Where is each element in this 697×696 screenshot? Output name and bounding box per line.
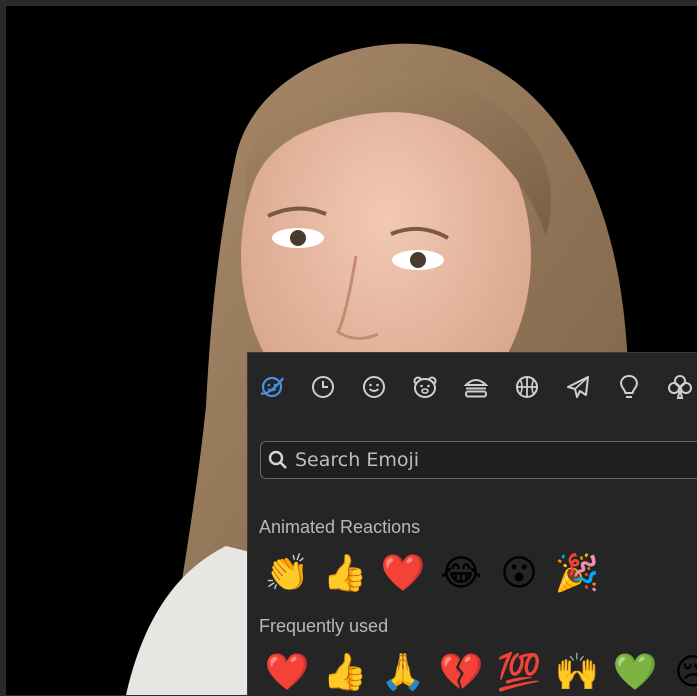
emoji-laugh[interactable]: 😂 xyxy=(432,549,490,597)
face-planet-icon xyxy=(260,376,284,398)
category-food[interactable] xyxy=(460,371,492,403)
emoji-heart[interactable]: ❤️ xyxy=(258,648,316,696)
emoji-hundred[interactable]: 💯 xyxy=(490,648,548,696)
emoji-picker: Animated Reactions 👏 👍 ❤️ 😂 😮 🎉 Frequent… xyxy=(247,352,697,696)
bear-icon xyxy=(413,376,437,398)
smiley-icon xyxy=(363,376,385,398)
airplane-icon xyxy=(567,376,589,398)
emoji-broken-heart[interactable]: 💔 xyxy=(432,648,490,696)
emoji-party[interactable]: 🎉 xyxy=(548,549,606,597)
emoji-thumbs-up[interactable]: 👍 xyxy=(316,549,374,597)
emoji-heart[interactable]: ❤️ xyxy=(374,549,432,597)
category-smileys[interactable] xyxy=(358,371,390,403)
emoji-search-box[interactable] xyxy=(260,441,697,479)
burger-icon xyxy=(463,379,489,398)
emoji-crying[interactable]: 😢 xyxy=(664,648,697,696)
emoji-category-bar xyxy=(248,353,697,421)
category-animals[interactable] xyxy=(409,371,441,403)
category-activities[interactable] xyxy=(511,371,543,403)
basketball-icon xyxy=(516,376,538,398)
category-recent[interactable] xyxy=(307,371,339,403)
emoji-surprised[interactable]: 😮 xyxy=(490,549,548,597)
section-label-animated: Animated Reactions xyxy=(259,517,421,537)
search-icon xyxy=(268,450,287,469)
lightbulb-icon xyxy=(620,374,638,398)
club-icon xyxy=(668,375,692,399)
emoji-search-input[interactable] xyxy=(293,448,677,472)
emoji-pray[interactable]: 🙏 xyxy=(374,648,432,696)
emoji-clap[interactable]: 👏 xyxy=(258,549,316,597)
frequently-used-row: ❤️ 👍 🙏 💔 💯 🙌 💚 😢 xyxy=(258,648,697,696)
category-travel[interactable] xyxy=(562,371,594,403)
category-objects[interactable] xyxy=(613,371,645,403)
emoji-thumbs-up[interactable]: 👍 xyxy=(316,648,374,696)
animated-reactions-row: 👏 👍 ❤️ 😂 😮 🎉 xyxy=(258,549,606,597)
section-label-frequent: Frequently used xyxy=(259,616,389,636)
emoji-raised-hands[interactable]: 🙌 xyxy=(548,648,606,696)
category-animated-reactions[interactable] xyxy=(256,371,288,403)
category-symbols[interactable] xyxy=(664,371,696,403)
clock-icon xyxy=(312,376,334,398)
emoji-green-heart[interactable]: 💚 xyxy=(606,648,664,696)
